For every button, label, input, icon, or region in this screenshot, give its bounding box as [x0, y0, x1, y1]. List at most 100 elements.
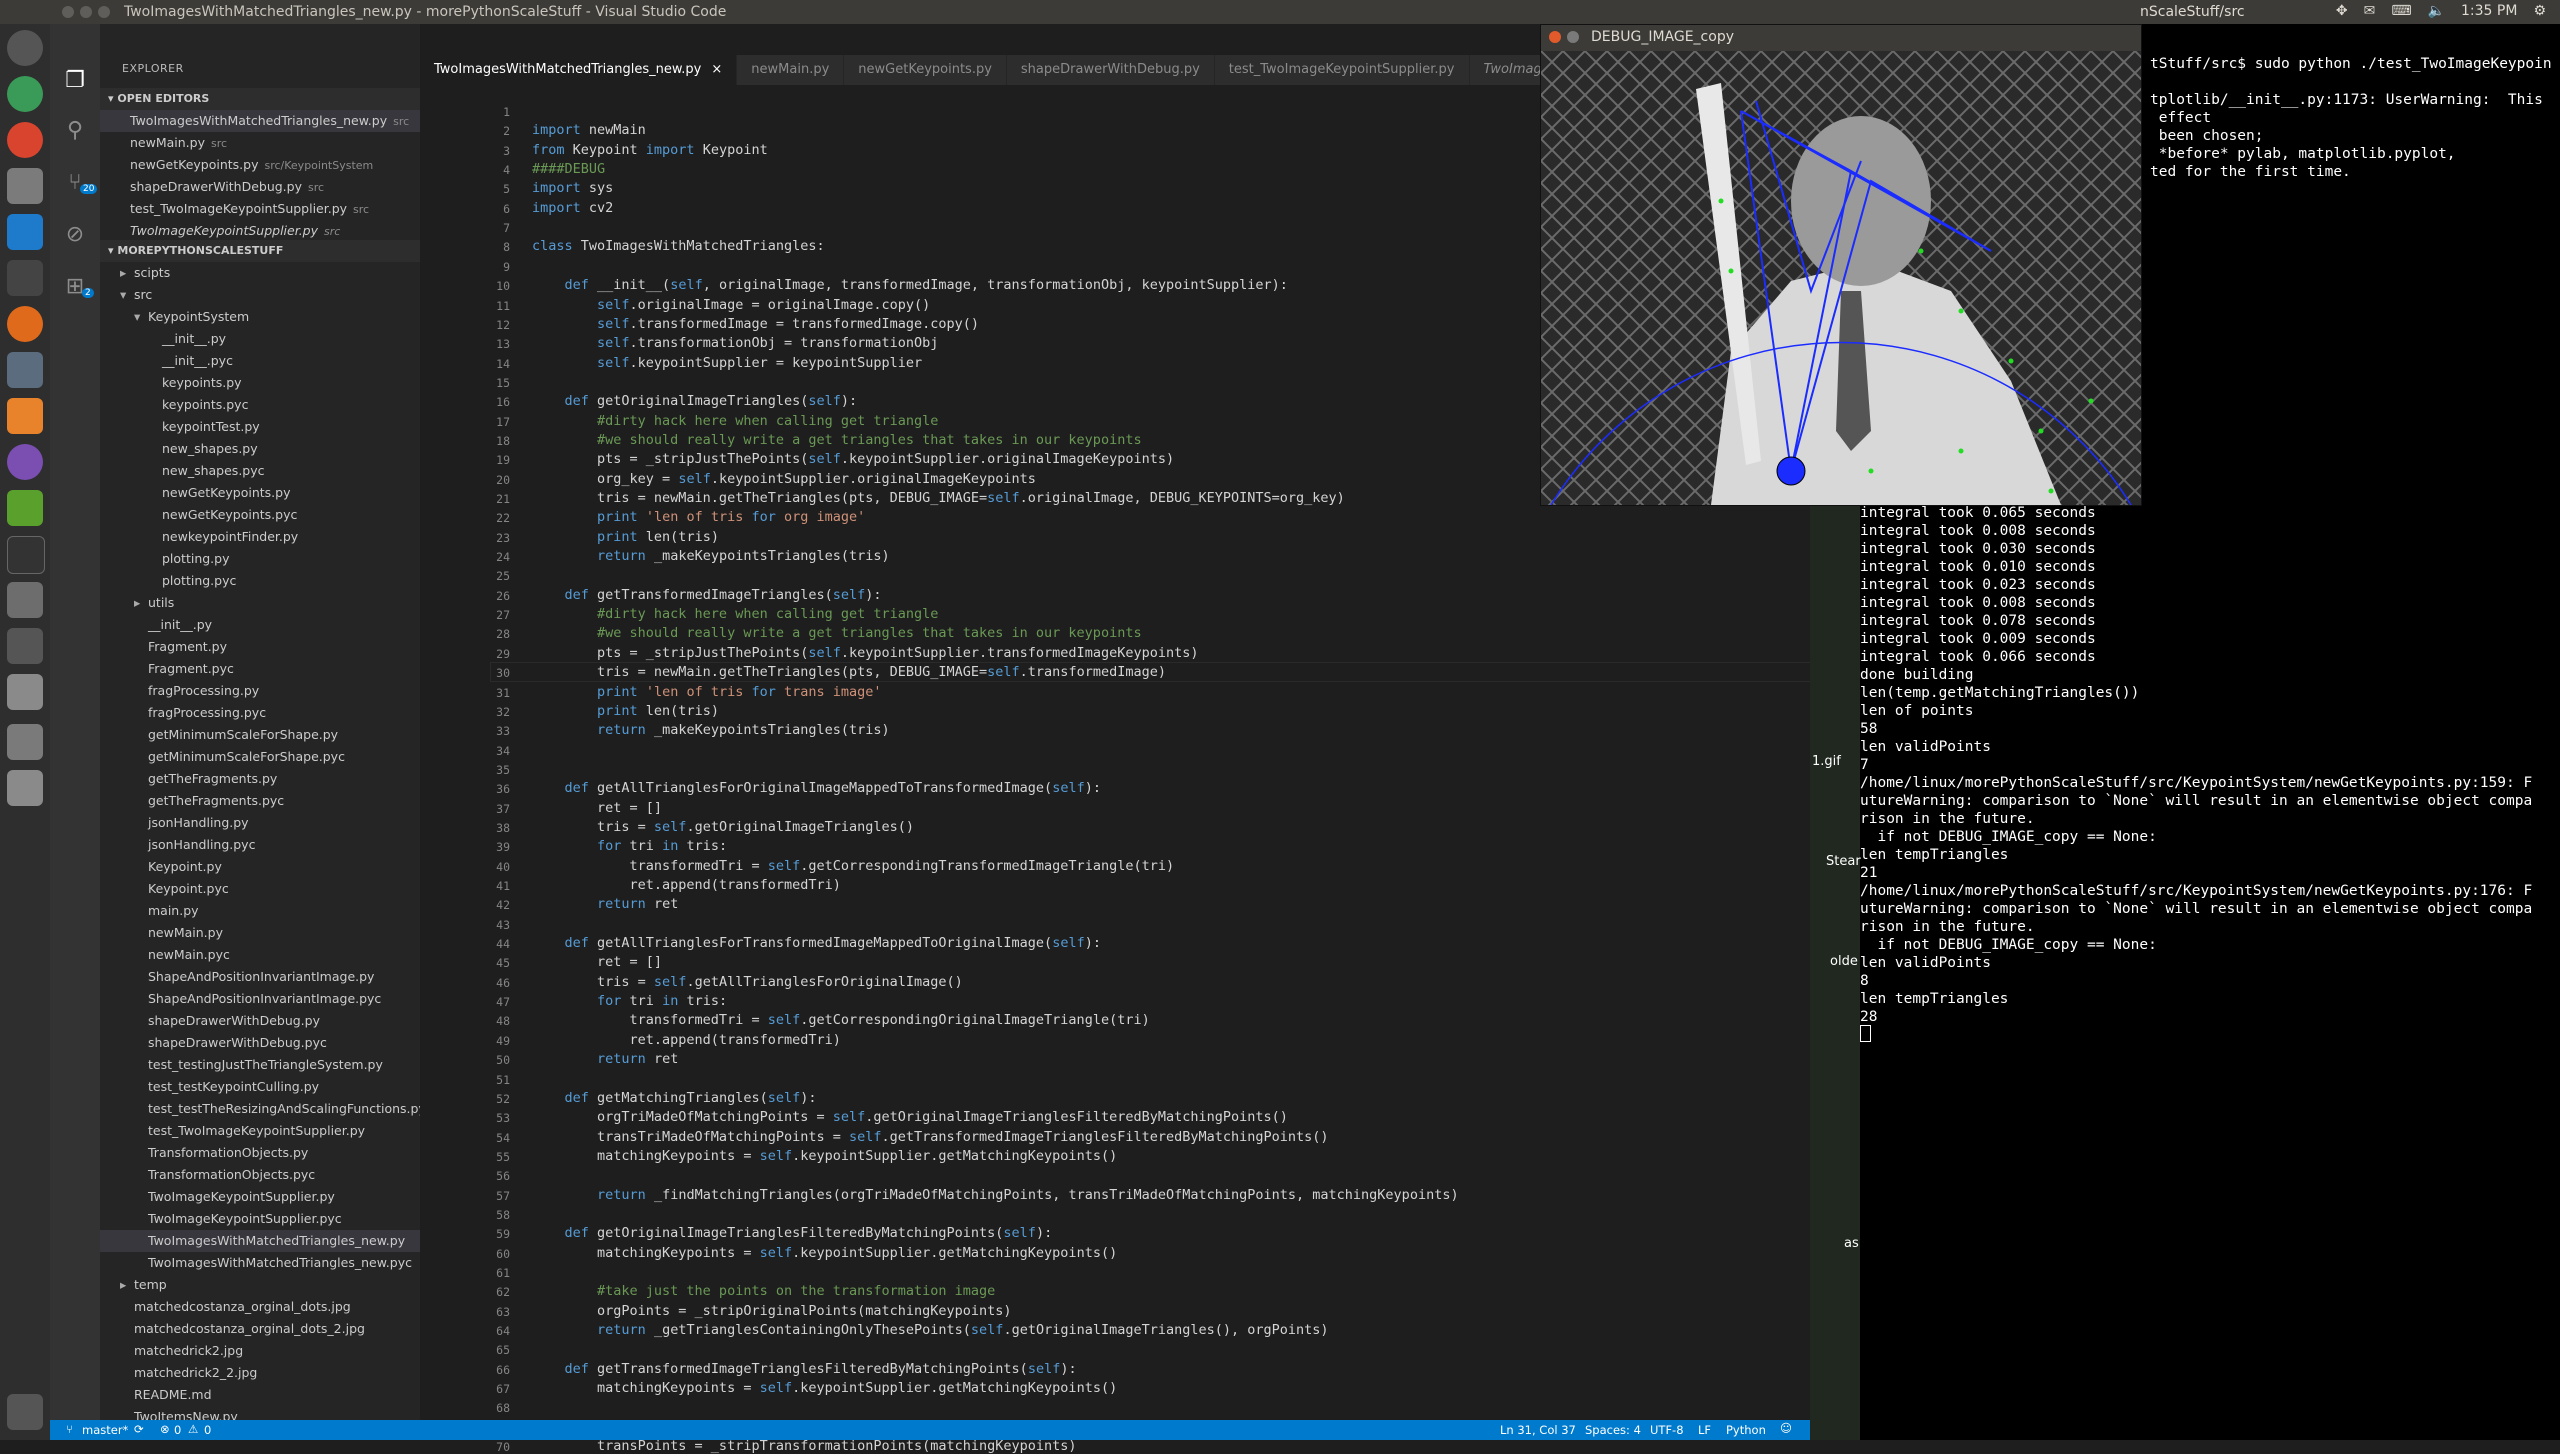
editor-tab[interactable]: TwoImagesWithMatchedTriangles_new.py × — [420, 55, 738, 85]
dropbox-icon[interactable]: ✥ — [2336, 3, 2348, 19]
tree-item[interactable]: keypoints.py — [100, 372, 420, 394]
tree-item[interactable]: newGetKeypoints.pyc — [100, 504, 420, 526]
close-window-button[interactable] — [62, 6, 74, 18]
tree-item[interactable]: newGetKeypoints.py — [100, 482, 420, 504]
open-editor-item[interactable]: shapeDrawerWithDebug.py src — [100, 176, 420, 198]
tree-item[interactable]: test_TwoImageKeypointSupplier.py — [100, 1120, 420, 1142]
tree-item[interactable]: keypoints.pyc — [100, 394, 420, 416]
tree-item[interactable]: ▸ scipts — [100, 262, 420, 284]
tree-item[interactable]: getTheFragments.py — [100, 768, 420, 790]
keyboard-icon[interactable]: ⌨ — [2391, 3, 2411, 19]
tree-item[interactable]: Fragment.pyc — [100, 658, 420, 680]
tree-item[interactable]: ▸ temp — [100, 1274, 420, 1296]
tree-item[interactable]: test_testKeypointCulling.py — [100, 1076, 420, 1098]
tree-item[interactable]: __init__.py — [100, 328, 420, 350]
encoding[interactable]: UTF-8 — [1650, 1423, 1684, 1437]
steam-icon[interactable] — [7, 260, 43, 296]
tree-item[interactable]: ShapeAndPositionInvariantImage.py — [100, 966, 420, 988]
files-icon[interactable] — [7, 168, 43, 204]
cursor-position[interactable]: Ln 31, Col 37 — [1500, 1423, 1576, 1437]
tree-item[interactable]: matchedrick2.jpg — [100, 1340, 420, 1362]
system-settings-icon[interactable] — [7, 352, 43, 388]
tree-item[interactable]: jsonHandling.pyc — [100, 834, 420, 856]
line-ending[interactable]: LF — [1698, 1423, 1711, 1437]
tree-item[interactable]: shapeDrawerWithDebug.pyc — [100, 1032, 420, 1054]
tree-item[interactable]: TwoImagesWithMatchedTriangles_new.py — [100, 1230, 420, 1252]
debug-icon[interactable]: ⊘ — [62, 222, 88, 248]
chrome-dev-icon[interactable] — [7, 76, 43, 112]
tree-item[interactable]: jsonHandling.py — [100, 812, 420, 834]
tree-item[interactable]: newMain.pyc — [100, 944, 420, 966]
error-count[interactable]: 0 — [174, 1423, 181, 1437]
open-editor-item[interactable]: newMain.py src — [100, 132, 420, 154]
tree-item[interactable]: TransformationObjects.pyc — [100, 1164, 420, 1186]
tree-item[interactable]: __init__.py — [100, 614, 420, 636]
tree-item[interactable]: test_testingJustTheTriangleSystem.py — [100, 1054, 420, 1076]
camera-icon[interactable] — [7, 724, 43, 760]
desktop-icon-label[interactable]: olde — [1830, 954, 1858, 969]
chat-icon[interactable]: ✉ — [2364, 3, 2376, 19]
tree-item[interactable]: ▾ KeypointSystem — [100, 306, 420, 328]
open-editor-item[interactable]: TwoImagesWithMatchedTriangles_new.py src — [100, 110, 420, 132]
tree-item[interactable]: newMain.py — [100, 922, 420, 944]
tree-item[interactable]: TransformationObjects.py — [100, 1142, 420, 1164]
desktop-icon-label[interactable]: 1.gif — [1812, 754, 1841, 769]
tree-item[interactable]: TwoImagesWithMatchedTriangles_new.pyc — [100, 1252, 420, 1274]
desktop-icon-label[interactable]: as — [1844, 1236, 1859, 1251]
tree-item[interactable]: new_shapes.pyc — [100, 460, 420, 482]
app-icon-green[interactable] — [7, 490, 43, 526]
tree-item[interactable]: matchedcostanza_orginal_dots.jpg — [100, 1296, 420, 1318]
drive-icon[interactable] — [7, 674, 43, 710]
maximize-window-button[interactable] — [98, 6, 110, 18]
open-editor-item[interactable]: newGetKeypoints.py src/KeypointSystem — [100, 154, 420, 176]
tree-item[interactable]: getMinimumScaleForShape.py — [100, 724, 420, 746]
close-icon[interactable]: × — [711, 62, 722, 77]
search-icon[interactable]: ⚲ — [62, 118, 88, 144]
blender-icon[interactable] — [7, 398, 43, 434]
tree-item[interactable]: __init__.pyc — [100, 350, 420, 372]
tree-item[interactable]: ▸ utils — [100, 592, 420, 614]
minimize-window-button[interactable] — [1567, 31, 1579, 43]
sync-icon[interactable]: ⟳ — [134, 1422, 144, 1436]
indentation[interactable]: Spaces: 4 — [1585, 1423, 1641, 1437]
gear-icon[interactable]: ⚙ — [2533, 3, 2546, 19]
open-editor-item[interactable]: test_TwoImageKeypointSupplier.py src — [100, 198, 420, 220]
drive-2-icon[interactable] — [7, 770, 43, 806]
tree-item[interactable]: plotting.pyc — [100, 570, 420, 592]
tree-item[interactable]: ShapeAndPositionInvariantImage.pyc — [100, 988, 420, 1010]
editor-tab[interactable]: test_TwoImageKeypointSupplier.py — [1214, 55, 1470, 85]
tree-item[interactable]: TwoItemsNew.py — [100, 1406, 420, 1420]
editor-tab[interactable]: newMain.py — [737, 55, 845, 85]
tree-item[interactable]: main.py — [100, 900, 420, 922]
clock[interactable]: 1:35 PM — [2461, 3, 2517, 19]
debug-image-window[interactable]: DEBUG_IMAGE_copy — [1540, 24, 2142, 506]
branch-name[interactable]: master* — [82, 1423, 128, 1437]
tree-item[interactable]: getTheFragments.pyc — [100, 790, 420, 812]
minimize-window-button[interactable] — [80, 6, 92, 18]
files-explorer-icon[interactable]: ❐ — [62, 68, 88, 94]
editor-tab[interactable]: newGetKeypoints.py — [844, 55, 1007, 85]
chrome-icon[interactable] — [7, 122, 43, 158]
tree-item[interactable]: matchedrick2_2.jpg — [100, 1362, 420, 1384]
language-mode[interactable]: Python — [1726, 1423, 1766, 1437]
tree-item[interactable]: test_testTheResizingAndScalingFunctions.… — [100, 1098, 420, 1120]
ubuntu-dash-icon[interactable] — [7, 30, 43, 66]
tree-item[interactable]: getMinimumScaleForShape.pyc — [100, 746, 420, 768]
warning-count[interactable]: 0 — [204, 1423, 211, 1437]
editor-tab[interactable]: shapeDrawerWithDebug.py — [1006, 55, 1215, 85]
tree-item[interactable]: matchedcostanza_orginal_dots_2.jpg — [100, 1318, 420, 1340]
eclipse-icon[interactable] — [7, 444, 43, 480]
tree-item[interactable]: shapeDrawerWithDebug.py — [100, 1010, 420, 1032]
help-icon[interactable] — [7, 582, 43, 618]
open-editors-section[interactable]: ▾ OPEN EDITORS — [100, 88, 420, 110]
tree-item[interactable]: ▾ src — [100, 284, 420, 306]
trash-icon[interactable] — [7, 1394, 43, 1430]
terminal-icon[interactable] — [7, 536, 45, 574]
tree-item[interactable]: TwoImageKeypointSupplier.py — [100, 1186, 420, 1208]
tree-item[interactable]: newkeypointFinder.py — [100, 526, 420, 548]
volume-icon[interactable]: 🔈 — [2428, 3, 2445, 19]
tree-item[interactable]: Fragment.py — [100, 636, 420, 658]
tree-item[interactable]: Keypoint.py — [100, 856, 420, 878]
project-section[interactable]: ▾ MOREPYTHONSCALESTUFF — [100, 240, 420, 262]
tree-item[interactable]: fragProcessing.py — [100, 680, 420, 702]
